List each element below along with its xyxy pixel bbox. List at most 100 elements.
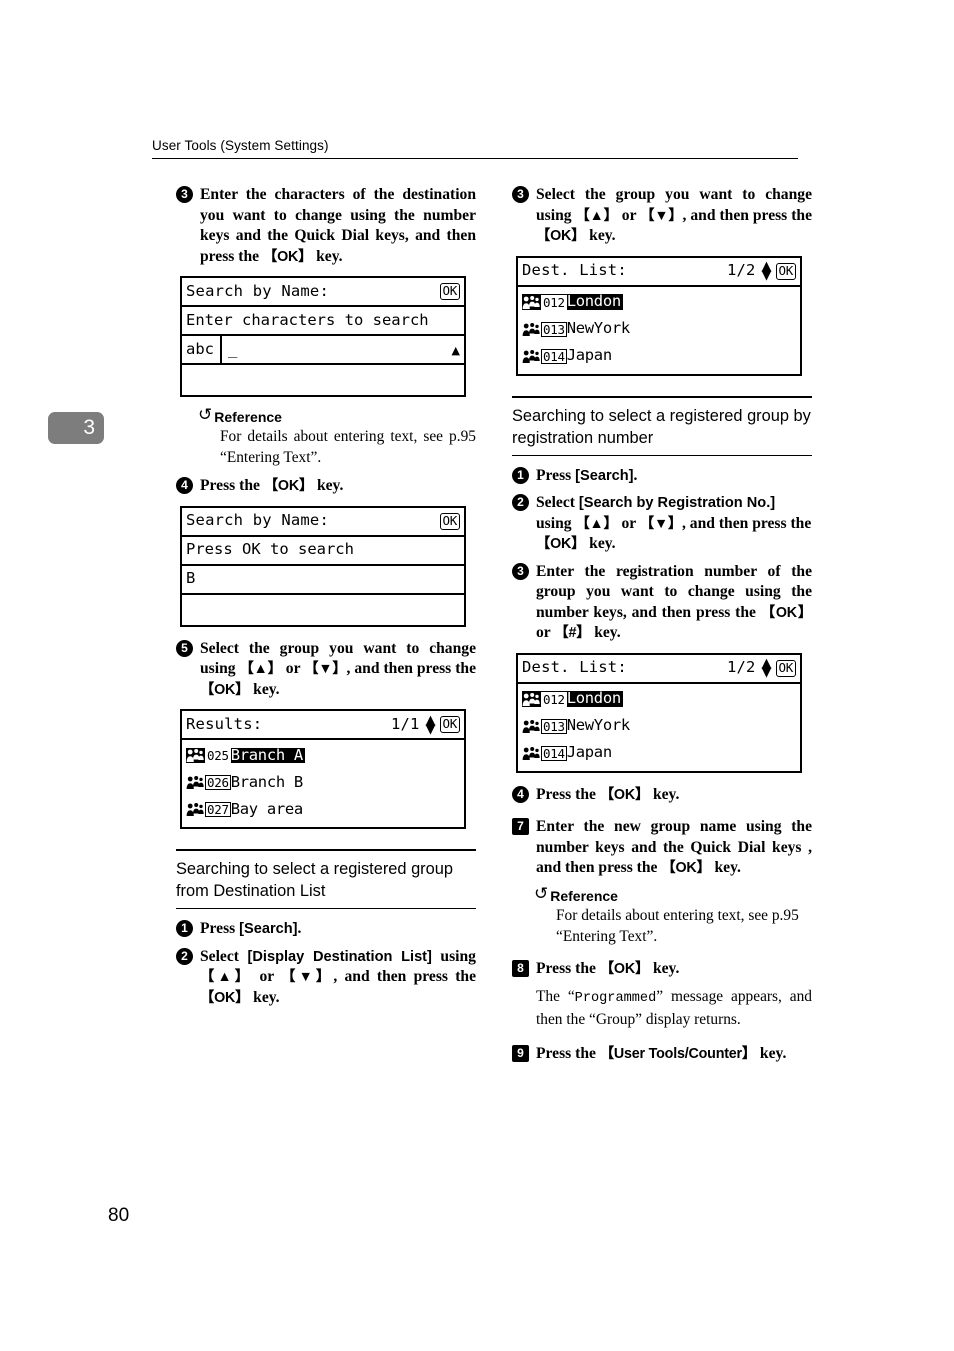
section-rule-bottom bbox=[176, 908, 476, 909]
lcd-ok-button[interactable]: OK bbox=[775, 659, 796, 677]
ok-key-notation: 【OK】 bbox=[760, 604, 812, 621]
list-item[interactable]: 014 Japan bbox=[518, 740, 800, 767]
step-text-d: key. bbox=[249, 680, 280, 698]
lcd-ok-button[interactable]: OK bbox=[439, 716, 460, 733]
step-press-search: 1 Press [Search]. bbox=[512, 466, 812, 487]
step-marker: 2 bbox=[512, 494, 529, 511]
registration-number: 026 bbox=[205, 775, 231, 790]
registration-number: 025 bbox=[205, 748, 231, 763]
list-item[interactable]: 014 Japan bbox=[518, 343, 800, 370]
header-rule bbox=[152, 158, 798, 159]
section-heading: Searching to select a registered group b… bbox=[512, 406, 811, 447]
step-text-a: Press the bbox=[536, 1045, 600, 1062]
list-item[interactable]: 013 NewYork bbox=[518, 316, 800, 343]
display-destination-list-notation: [Display Destination List] bbox=[247, 948, 432, 965]
lcd-input-value: B bbox=[186, 569, 196, 588]
up-down-arrows-icon: ▲ ▼ bbox=[761, 656, 772, 680]
step-text-a: Press the bbox=[536, 959, 600, 977]
group-icon bbox=[522, 691, 540, 707]
list-item[interactable]: 027 Bay area bbox=[182, 796, 464, 823]
registration-number: 014 bbox=[541, 745, 567, 761]
step-text-a: Select bbox=[200, 947, 248, 965]
lcd-ok-button[interactable]: OK bbox=[439, 512, 460, 530]
programmed-message: Programmed bbox=[574, 991, 657, 1006]
step-text-d: , and then press the bbox=[333, 968, 476, 985]
lcd-text-input[interactable]: _ ▲ bbox=[228, 341, 460, 358]
lcd-title-row: Search by Name: OK bbox=[182, 278, 464, 307]
step-marker: 9 bbox=[512, 1045, 529, 1062]
group-name: Bay area bbox=[230, 799, 304, 818]
right-column: 3 Select the group you want to change usi… bbox=[512, 185, 812, 1072]
up-key-notation: 【▲】 bbox=[239, 661, 283, 677]
lcd-page-counter: 1/2 bbox=[726, 261, 756, 280]
group-icon bbox=[522, 349, 540, 363]
step-text-b: or bbox=[281, 660, 305, 677]
group-icon bbox=[522, 294, 540, 310]
lcd-input-row[interactable]: abc _ ▲ bbox=[182, 336, 464, 365]
lcd-empty-row bbox=[182, 365, 464, 395]
registration-number: 012 bbox=[541, 691, 567, 707]
lcd-input-row[interactable]: B bbox=[182, 566, 464, 595]
group-icon bbox=[186, 776, 204, 789]
lcd-ok-button[interactable]: OK bbox=[439, 283, 460, 300]
list-item[interactable]: 026 Branch B bbox=[182, 769, 464, 796]
step-marker: 8 bbox=[512, 959, 529, 977]
ok-key-notation: 【OK】 bbox=[599, 786, 650, 803]
search-by-registration-no-notation: [Search by Registration No.] bbox=[578, 495, 776, 511]
down-key-notation: 【▼】 bbox=[281, 969, 334, 985]
ok-key-notation: 【OK】 bbox=[200, 989, 250, 1006]
up-key-notation: 【▲】 bbox=[200, 969, 253, 985]
step-text-d: , and then press the bbox=[682, 514, 812, 532]
lcd-prompt-text: Press OK to search bbox=[186, 540, 354, 559]
down-key-notation: 【▼】 bbox=[639, 515, 682, 532]
ok-key-notation: 【OK】 bbox=[200, 681, 250, 698]
lcd-ok-button[interactable]: OK bbox=[775, 262, 796, 280]
step-marker: 2 bbox=[176, 947, 193, 965]
ok-key-notation: 【OK】 bbox=[536, 228, 586, 244]
step-text-b: key. bbox=[313, 477, 344, 494]
list-item[interactable]: 012 London bbox=[518, 686, 800, 713]
list-item-highlight: 012 London bbox=[522, 294, 623, 310]
step-text-b: using bbox=[536, 514, 576, 532]
section-registration-number: Searching to select a registered group b… bbox=[512, 395, 812, 456]
step-text-b: key. bbox=[649, 785, 680, 803]
step-marker: 5 bbox=[176, 639, 193, 657]
lcd-search-by-name-empty: Search by Name: OK Enter characters to s… bbox=[180, 276, 466, 397]
lcd-title-row: Dest. List: 1/2 ▲ ▼ OK bbox=[518, 258, 800, 287]
step-enter-new-group-name: 7 Enter the new group name using the numb… bbox=[512, 817, 812, 879]
step-enter-registration-number: 3 Enter the registration number of the gr… bbox=[512, 562, 812, 644]
step-text-c: , and then press the bbox=[346, 660, 476, 677]
list-item[interactable]: 013 NewYork bbox=[518, 713, 800, 740]
step-press-ok: 4 Press the 【OK】 key. bbox=[176, 476, 476, 497]
group-name: Branch A bbox=[230, 745, 304, 764]
step-text-b: key. bbox=[756, 1045, 787, 1062]
list-item[interactable]: 012 London bbox=[518, 289, 800, 316]
lcd-dest-list-top: Dest. List: 1/2 ▲ ▼ OK 012 London 013 NewYo… bbox=[516, 255, 802, 376]
lcd-dest-list-bottom: Dest. List: 1/2 ▲ ▼ OK 012 London 013 NewYo… bbox=[516, 652, 802, 773]
lcd-page-counter: 1/1 bbox=[390, 714, 420, 733]
step-press-ok: 4 Press the 【OK】 key. bbox=[512, 785, 812, 806]
step-text-b: . bbox=[297, 920, 302, 937]
step-select-display-dest-list: 2 Select [Display Destination List] using… bbox=[176, 947, 476, 1009]
step-marker: 3 bbox=[512, 186, 529, 203]
section-rule-bottom bbox=[512, 454, 812, 456]
group-icon bbox=[186, 748, 204, 763]
list-item[interactable]: 025 Branch A bbox=[182, 742, 464, 769]
lcd-list: 025 Branch A 026 Branch B 027 Bay area bbox=[182, 740, 464, 827]
up-down-arrows-icon: ▲ ▼ bbox=[761, 259, 772, 283]
page-number: 80 bbox=[108, 1205, 130, 1226]
lcd-prompt-row: Press OK to search bbox=[182, 537, 464, 566]
registration-number: 027 bbox=[205, 802, 231, 817]
lcd-page-counter: 1/2 bbox=[726, 658, 756, 677]
chapter-tab-number: 3 bbox=[83, 416, 95, 439]
manual-page: User Tools (System Settings) 3 80 3 Enter… bbox=[0, 0, 954, 1351]
magnifier-icon: ↺ bbox=[198, 405, 213, 424]
down-key-notation: 【▼】 bbox=[304, 661, 347, 677]
lcd-input-mode[interactable]: abc bbox=[186, 336, 222, 363]
group-name: Japan bbox=[566, 346, 612, 365]
reference-body: For details about entering text, see p.9… bbox=[220, 428, 476, 466]
registration-number: 014 bbox=[541, 348, 567, 364]
step-text-a: Select bbox=[536, 494, 579, 511]
step-marker: 7 bbox=[512, 818, 529, 835]
hash-key-notation: 【#】 bbox=[554, 625, 591, 641]
